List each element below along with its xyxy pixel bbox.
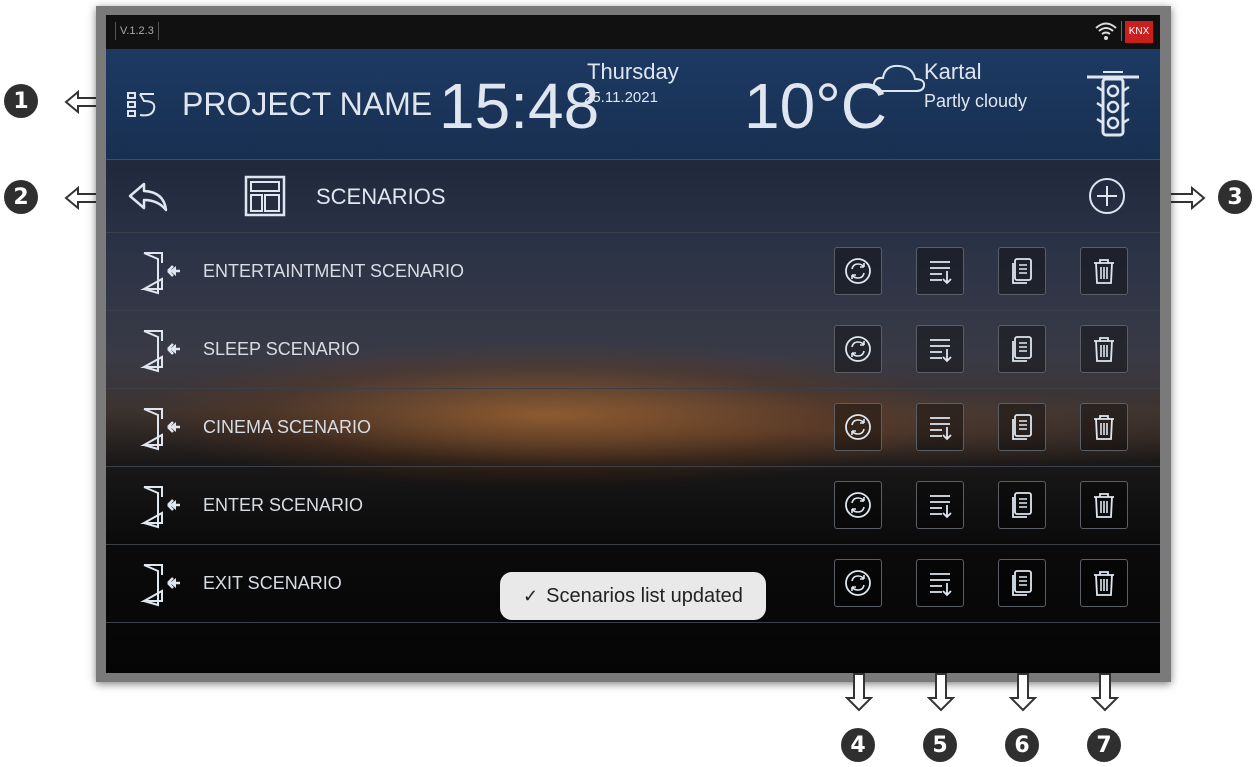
- sort-icon: [930, 573, 952, 597]
- copy-button[interactable]: [998, 403, 1046, 451]
- app-screen: V.1.2.3 KNX PROJECT NAME 15:48 Thursday …: [106, 15, 1160, 673]
- delete-button[interactable]: [1080, 559, 1128, 607]
- scenario-label: SLEEP SCENARIO: [203, 339, 360, 359]
- callout-3: 3: [1218, 180, 1252, 214]
- knx-badge: KNX: [1125, 21, 1153, 43]
- scenario-label: EXIT SCENARIO: [203, 573, 342, 593]
- door-enter-icon: [140, 408, 180, 451]
- copy-icon: [1012, 336, 1032, 362]
- version-label: V.1.2.3: [115, 22, 159, 40]
- copy-button[interactable]: [998, 481, 1046, 529]
- reorder-button[interactable]: [916, 247, 964, 295]
- toast-notification: ✓ Scenarios list updated: [500, 572, 766, 620]
- run-scenario-button[interactable]: [834, 559, 882, 607]
- sync-icon: [845, 258, 871, 284]
- trash-icon: [1094, 493, 1114, 518]
- weekday-label: Thursday: [587, 59, 679, 84]
- arrow-down-icon: [845, 673, 873, 712]
- check-icon: ✓: [523, 585, 539, 606]
- delete-button[interactable]: [1080, 247, 1128, 295]
- scenario-label: ENTER SCENARIO: [203, 495, 364, 515]
- sort-icon: [930, 417, 952, 441]
- copy-button[interactable]: [998, 559, 1046, 607]
- copy-icon: [1012, 414, 1032, 440]
- trash-icon: [1094, 337, 1114, 362]
- date-label: 25.11.2021: [584, 89, 658, 106]
- weather-label: Partly cloudy: [924, 91, 1028, 111]
- copy-icon: [1012, 492, 1032, 518]
- delete-button[interactable]: [1080, 403, 1128, 451]
- menu-icon[interactable]: [126, 89, 160, 119]
- run-scenario-button[interactable]: [834, 481, 882, 529]
- run-scenario-button[interactable]: [834, 325, 882, 373]
- reorder-button[interactable]: [916, 403, 964, 451]
- arrow-down-icon: [1091, 673, 1119, 712]
- wifi-icon: [1095, 22, 1117, 40]
- arrow-down-icon: [927, 673, 955, 712]
- reorder-button[interactable]: [916, 325, 964, 373]
- sort-icon: [930, 261, 952, 285]
- sort-icon: [930, 495, 952, 519]
- callout-1: 1: [4, 84, 38, 118]
- arrow-down-icon: [1009, 673, 1037, 712]
- trash-icon: [1094, 415, 1114, 440]
- callout-7: 7: [1087, 728, 1121, 762]
- clock-time: 15:48: [439, 70, 600, 142]
- callout-2: 2: [4, 180, 38, 214]
- door-enter-icon: [140, 330, 180, 373]
- temperature-label: 10°C: [744, 70, 887, 142]
- reorder-button[interactable]: [916, 481, 964, 529]
- scenario-row[interactable]: ENTER SCENARIO: [106, 467, 1160, 545]
- copy-icon: [1012, 570, 1032, 596]
- callout-4: 4: [841, 728, 875, 762]
- copy-button[interactable]: [998, 325, 1046, 373]
- door-enter-icon: [140, 252, 180, 295]
- copy-button[interactable]: [998, 247, 1046, 295]
- project-name: PROJECT NAME: [182, 86, 433, 122]
- callout-5: 5: [923, 728, 957, 762]
- traffic-light-icon[interactable]: [1085, 69, 1141, 149]
- delete-button[interactable]: [1080, 481, 1128, 529]
- run-scenario-button[interactable]: [834, 403, 882, 451]
- scenario-row[interactable]: SLEEP SCENARIO: [106, 311, 1160, 389]
- scenario-label: CINEMA SCENARIO: [203, 417, 372, 437]
- back-arrow-icon[interactable]: [126, 180, 170, 212]
- reorder-button[interactable]: [916, 559, 964, 607]
- sync-icon: [845, 414, 871, 440]
- status-bar: V.1.2.3 KNX: [106, 15, 1160, 49]
- door-enter-icon: [140, 486, 180, 529]
- plus-circle-icon[interactable]: [1087, 176, 1127, 216]
- cloud-icon: [872, 64, 926, 92]
- sync-icon: [845, 570, 871, 596]
- header-bar: PROJECT NAME 15:48 Thursday 25.11.2021 1…: [106, 49, 1160, 160]
- sync-icon: [845, 492, 871, 518]
- page-title: SCENARIOS: [316, 184, 446, 209]
- copy-icon: [1012, 258, 1032, 284]
- trash-icon: [1094, 571, 1114, 596]
- scenario-row[interactable]: CINEMA SCENARIO: [106, 389, 1160, 467]
- sync-icon: [845, 336, 871, 362]
- callout-6: 6: [1005, 728, 1039, 762]
- scenario-label: ENTERTAINTMENT SCENARIO: [203, 261, 465, 281]
- toast-message: Scenarios list updated: [546, 584, 743, 607]
- door-enter-icon: [140, 564, 180, 607]
- scenario-row[interactable]: ENTERTAINTMENT SCENARIO: [106, 233, 1160, 311]
- trash-icon: [1094, 259, 1114, 284]
- location-label: Kartal: [924, 59, 982, 84]
- delete-button[interactable]: [1080, 325, 1128, 373]
- sort-icon: [930, 339, 952, 363]
- layout-icon: [244, 175, 286, 217]
- toolbar: SCENARIOS: [106, 160, 1160, 233]
- run-scenario-button[interactable]: [834, 247, 882, 295]
